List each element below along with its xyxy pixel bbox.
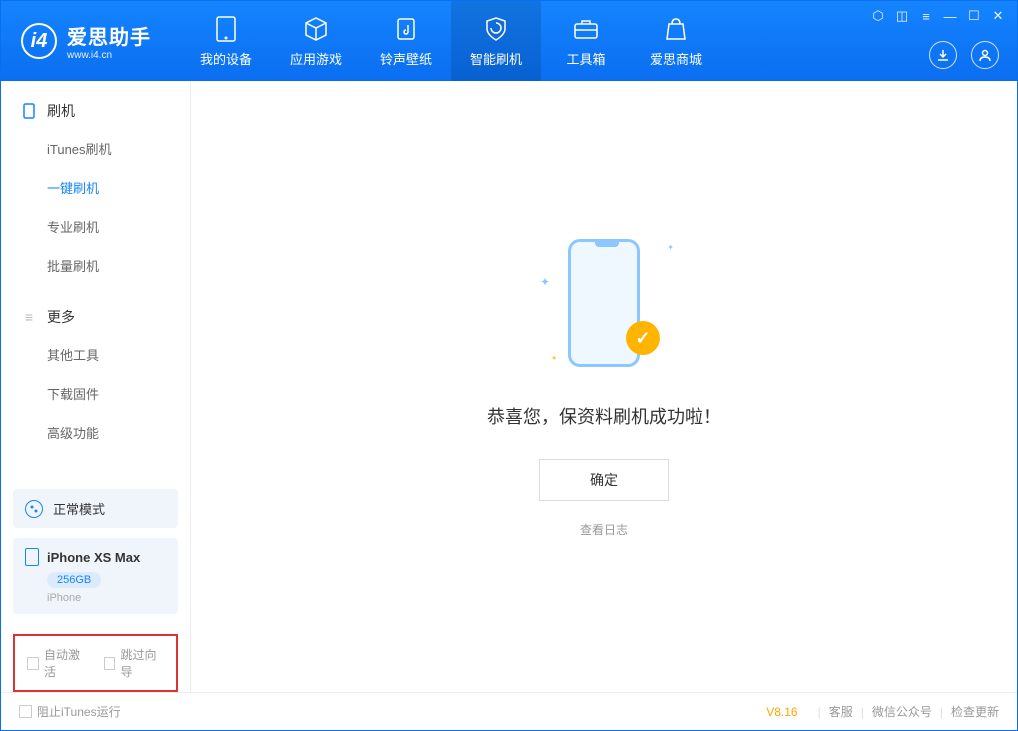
list-icon: ≡ [21,309,37,325]
sidebar-item-itunes-flash[interactable]: iTunes刷机 [1,129,190,168]
phone-small-icon [21,103,37,119]
app-header: i4 爱思助手 www.i4.cn 我的设备 应用游戏 铃声壁纸 智能刷机 工具… [1,1,1017,81]
options-highlighted-box: 自动激活 跳过向导 [13,634,178,692]
footer: 阻止iTunes运行 V8.16 | 客服 | 微信公众号 | 检查更新 [1,692,1017,730]
footer-link-wechat[interactable]: 微信公众号 [872,703,932,720]
version-label: V8.16 [766,705,797,719]
device-card[interactable]: iPhone XS Max 256GB iPhone [13,538,178,614]
window-controls: ⬡ ◫ ≡ ― ☐ ✕ [871,9,1005,23]
shield-icon [482,15,510,43]
success-title: 恭喜您，保资料刷机成功啦！ [487,403,721,429]
sparkle-icon: ✦ [540,275,550,289]
checkbox-icon [27,657,39,670]
footer-link-update[interactable]: 检查更新 [951,703,999,720]
cube-icon [302,15,330,43]
sparkle-icon: ✦ [667,243,674,252]
tshirt-icon[interactable]: ⬡ [871,9,885,23]
device-icon [212,15,240,43]
mode-card[interactable]: 正常模式 [13,489,178,528]
sidebar-section-flash: 刷机 iTunes刷机 一键刷机 专业刷机 批量刷机 [1,93,190,285]
device-name: iPhone XS Max [47,550,140,565]
mode-label: 正常模式 [53,499,105,518]
device-phone-icon [25,548,39,566]
checkbox-auto-activate[interactable]: 自动激活 [27,646,88,680]
sidebar-item-oneclick-flash[interactable]: 一键刷机 [1,168,190,207]
sidebar-header-flash[interactable]: 刷机 [1,93,190,129]
user-button[interactable] [971,41,999,69]
sidebar-item-advanced[interactable]: 高级功能 [1,413,190,452]
nav-apps-games[interactable]: 应用游戏 [271,1,361,81]
header-right-buttons [929,41,999,69]
toolbox-icon [572,15,600,43]
checkbox-block-itunes[interactable]: 阻止iTunes运行 [19,703,121,720]
note-icon [392,15,420,43]
checkbox-skip-guide[interactable]: 跳过向导 [104,646,165,680]
app-subtitle: www.i4.cn [67,50,151,61]
sidebar-item-other-tools[interactable]: 其他工具 [1,335,190,374]
checkbox-icon [19,705,32,718]
nav-ringtones[interactable]: 铃声壁纸 [361,1,451,81]
device-type: iPhone [47,592,166,604]
bag-icon [662,15,690,43]
sidebar-item-pro-flash[interactable]: 专业刷机 [1,207,190,246]
maximize-icon[interactable]: ☐ [967,9,981,23]
nav-smart-flash[interactable]: 智能刷机 [451,1,541,81]
download-button[interactable] [929,41,957,69]
sidebar-section-more: ≡ 更多 其他工具 下载固件 高级功能 [1,299,190,452]
app-title: 爱思助手 [67,21,151,50]
main-content: ✦ ✦ • ✓ 恭喜您，保资料刷机成功啦！ 确定 查看日志 [191,81,1017,692]
sidebar: 刷机 iTunes刷机 一键刷机 专业刷机 批量刷机 ≡ 更多 其他工具 下载固… [1,81,191,692]
device-capacity: 256GB [47,572,101,588]
success-illustration: ✦ ✦ • ✓ [534,235,674,375]
check-badge-icon: ✓ [626,321,660,355]
confirm-button[interactable]: 确定 [539,459,669,501]
nav-my-device[interactable]: 我的设备 [181,1,271,81]
app-logo: i4 爱思助手 www.i4.cn [1,21,171,61]
sidebar-item-batch-flash[interactable]: 批量刷机 [1,246,190,285]
minimize-icon[interactable]: ― [943,9,957,23]
sidebar-header-more[interactable]: ≡ 更多 [1,299,190,335]
checkbox-icon [104,657,116,670]
menu-icon[interactable]: ≡ [919,9,933,23]
cube-small-icon[interactable]: ◫ [895,9,909,23]
logo-icon: i4 [21,23,57,59]
view-log-link[interactable]: 查看日志 [580,521,628,538]
nav-toolbox[interactable]: 工具箱 [541,1,631,81]
main-nav: 我的设备 应用游戏 铃声壁纸 智能刷机 工具箱 爱思商城 [181,1,721,81]
mode-icon [25,500,43,518]
sparkle-icon: • [552,351,556,365]
close-icon[interactable]: ✕ [991,9,1005,23]
nav-store[interactable]: 爱思商城 [631,1,721,81]
footer-link-support[interactable]: 客服 [829,703,853,720]
sidebar-item-download-firmware[interactable]: 下载固件 [1,374,190,413]
